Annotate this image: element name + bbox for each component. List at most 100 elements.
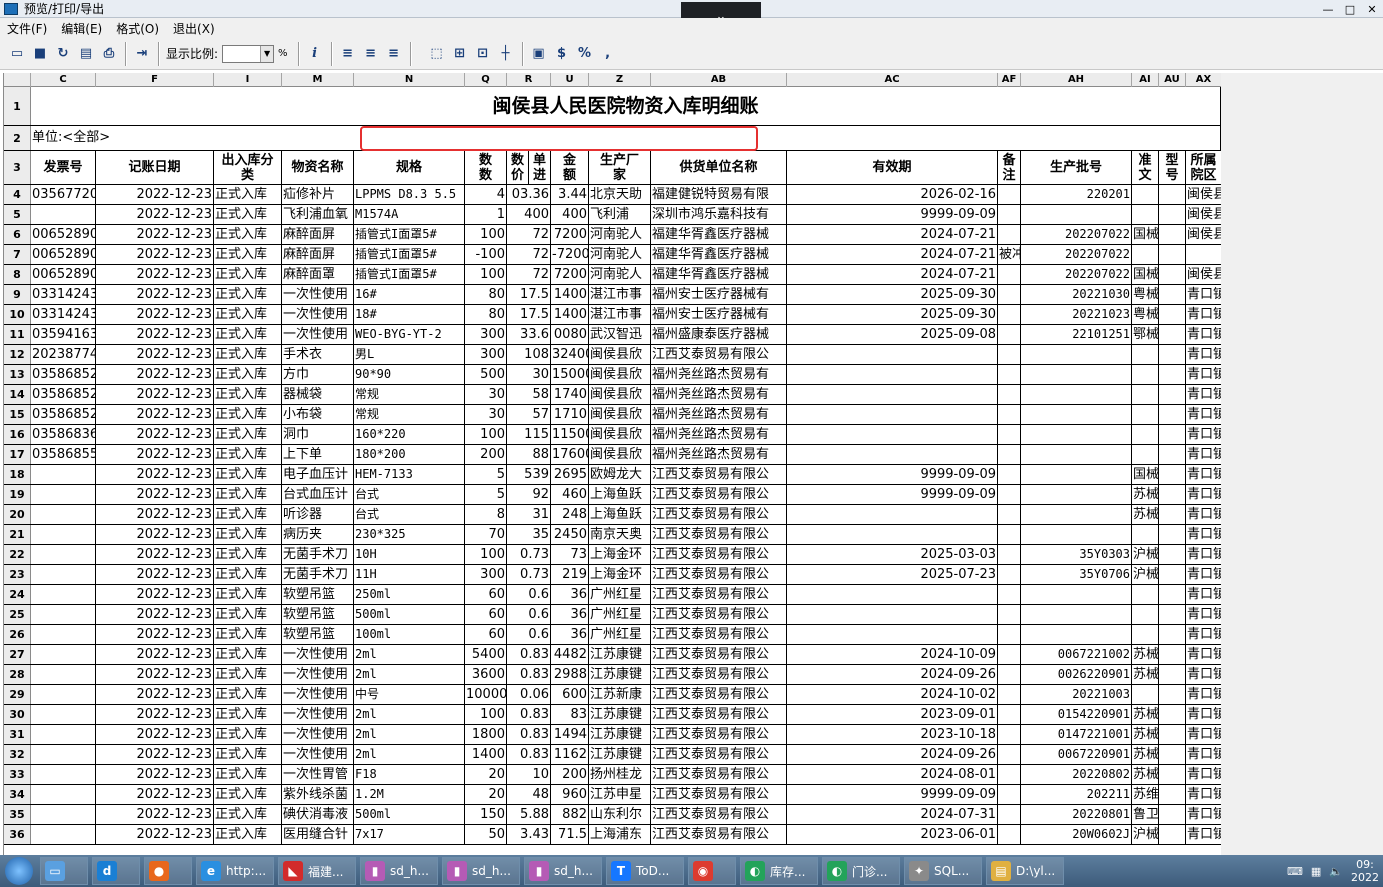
data-cell[interactable]: 江苏康键 (589, 745, 651, 764)
data-cell[interactable]: 常规 (354, 405, 465, 424)
data-cell[interactable] (31, 465, 96, 484)
data-cell[interactable]: 2022-12-23 (96, 805, 214, 824)
data-cell[interactable]: 20 (465, 765, 507, 784)
column-heading[interactable]: 单进 (529, 151, 551, 184)
data-cell[interactable] (1132, 585, 1159, 604)
data-cell[interactable]: 青口镇 (1186, 505, 1221, 524)
data-cell[interactable] (998, 345, 1021, 364)
data-cell[interactable]: 18# (354, 305, 465, 324)
data-cell[interactable]: 麻醉面屏 (282, 225, 354, 244)
data-cell[interactable]: 福州尧丝路杰贸易有 (651, 365, 787, 384)
data-cell[interactable]: 2022-12-23 (96, 305, 214, 324)
column-header-AB[interactable]: AB (651, 73, 787, 87)
data-cell[interactable]: 闽侯县欣 (589, 405, 651, 424)
data-cell[interactable]: 300 (465, 325, 507, 344)
data-cell[interactable]: 沪械 (1132, 825, 1159, 844)
data-cell[interactable]: 青口镇 (1186, 805, 1221, 824)
column-heading[interactable]: 记账日期 (96, 151, 214, 184)
data-cell[interactable]: 2022-12-23 (96, 765, 214, 784)
data-cell[interactable] (998, 705, 1021, 724)
data-cell[interactable]: 2025-09-08 (787, 325, 998, 344)
column-heading[interactable]: 供货单位名称 (651, 151, 787, 184)
data-cell[interactable]: 粤械 (1132, 285, 1159, 304)
data-cell[interactable]: 2025-03-03 (787, 545, 998, 564)
data-cell[interactable]: 100 (465, 545, 507, 564)
data-cell[interactable] (31, 785, 96, 804)
data-cell[interactable]: M1574A (354, 205, 465, 224)
data-cell[interactable]: 正式入库 (214, 185, 282, 204)
data-cell[interactable]: 2022-12-23 (96, 825, 214, 844)
data-cell[interactable]: 正式入库 (214, 265, 282, 284)
data-cell[interactable]: 202207022 (1021, 265, 1132, 284)
data-cell[interactable]: 闽侯县 (1186, 265, 1221, 284)
column-heading[interactable]: 备注 (998, 151, 1021, 184)
data-cell[interactable]: 国械 (1132, 465, 1159, 484)
data-cell[interactable]: 闽侯县欣 (589, 445, 651, 464)
data-cell[interactable]: 00652890 (31, 245, 96, 264)
data-cell[interactable]: 2023-10-18 (787, 725, 998, 744)
data-cell[interactable]: 1400 (551, 285, 589, 304)
data-cell[interactable]: 22101251 (1021, 325, 1132, 344)
taskbar-item[interactable]: ◣ 福建... (278, 857, 356, 885)
row-number[interactable]: 25 (4, 605, 31, 624)
data-cell[interactable]: 4482 (551, 645, 589, 664)
data-cell[interactable]: 35Y0706 (1021, 565, 1132, 584)
data-cell[interactable]: 江西艾泰贸易有限公 (651, 525, 787, 544)
data-cell[interactable]: 60 (465, 585, 507, 604)
data-cell[interactable]: 11500 (551, 425, 589, 444)
data-cell[interactable] (998, 745, 1021, 764)
data-cell[interactable]: 2022-12-23 (96, 205, 214, 224)
data-cell[interactable]: 正式入库 (214, 785, 282, 804)
column-header-Z[interactable]: Z (589, 73, 651, 87)
row-number[interactable]: 14 (4, 385, 31, 404)
data-cell[interactable] (1159, 185, 1186, 204)
data-cell[interactable]: 青口镇 (1186, 465, 1221, 484)
column-header-AX[interactable]: AX (1186, 73, 1221, 87)
row-number[interactable]: 13 (4, 365, 31, 384)
row-number[interactable]: 1 (4, 87, 31, 125)
data-cell[interactable]: 9999-09-09 (787, 785, 998, 804)
data-cell[interactable]: 4 (465, 185, 507, 204)
data-cell[interactable]: 0.83 (507, 725, 551, 744)
data-cell[interactable] (1159, 225, 1186, 244)
data-cell[interactable]: 闽侯县欣 (589, 345, 651, 364)
grid-c-icon[interactable]: ⊡ (472, 43, 494, 65)
row-number[interactable]: 30 (4, 705, 31, 724)
taskbar-item[interactable]: T ToD... (606, 857, 684, 885)
data-cell[interactable]: 220201 (1021, 185, 1132, 204)
close-button[interactable]: ✕ (1361, 0, 1383, 18)
data-cell[interactable] (1021, 605, 1132, 624)
data-cell[interactable] (31, 205, 96, 224)
data-cell[interactable] (787, 525, 998, 544)
data-cell[interactable]: 2022-12-23 (96, 225, 214, 244)
data-cell[interactable] (1159, 245, 1186, 264)
data-cell[interactable]: 台式 (354, 505, 465, 524)
data-cell[interactable] (1159, 625, 1186, 644)
data-cell[interactable]: 0.73 (507, 545, 551, 564)
row-number[interactable]: 7 (4, 245, 31, 264)
data-cell[interactable]: 300 (465, 345, 507, 364)
data-cell[interactable]: 苏械 (1132, 765, 1159, 784)
data-cell[interactable]: 2022-12-23 (96, 645, 214, 664)
column-header-R[interactable]: R (507, 73, 551, 87)
row-number[interactable]: 21 (4, 525, 31, 544)
data-cell[interactable]: 8 (465, 505, 507, 524)
column-heading[interactable]: 物资名称 (282, 151, 354, 184)
row-number[interactable]: 19 (4, 485, 31, 504)
data-cell[interactable]: 2022-12-23 (96, 685, 214, 704)
data-cell[interactable]: 江西艾泰贸易有限公 (651, 805, 787, 824)
data-cell[interactable]: 2024-07-21 (787, 245, 998, 264)
clock[interactable]: 09: 2022 (1351, 858, 1379, 884)
data-cell[interactable]: 河南驼人 (589, 245, 651, 264)
row-number[interactable]: 27 (4, 645, 31, 664)
data-cell[interactable] (1132, 185, 1159, 204)
data-cell[interactable]: 1 (465, 205, 507, 224)
data-cell[interactable]: 江西艾泰贸易有限公 (651, 685, 787, 704)
data-cell[interactable]: 0.06 (507, 685, 551, 704)
data-cell[interactable]: 苏械 (1132, 485, 1159, 504)
data-cell[interactable]: 2022-12-23 (96, 585, 214, 604)
data-cell[interactable]: 电子血压计 (282, 465, 354, 484)
data-cell[interactable]: 正式入库 (214, 525, 282, 544)
start-button[interactable] (0, 855, 38, 887)
data-cell[interactable]: 9999-09-09 (787, 205, 998, 224)
